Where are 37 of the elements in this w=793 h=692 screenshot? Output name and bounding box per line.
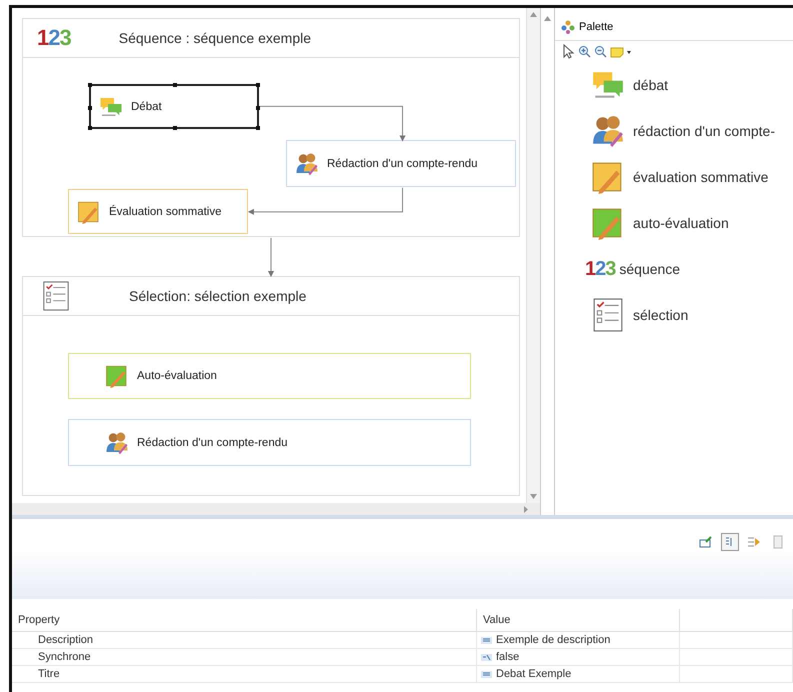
palette-item-label: séquence — [619, 261, 680, 277]
property-value[interactable]: Debat Exemple — [496, 668, 572, 680]
palette-item[interactable]: rédaction d'un compte- — [555, 108, 793, 154]
palette-item-label: rédaction d'un compte- — [633, 123, 775, 139]
diagram-node[interactable]: Rédaction d'un compte-rendu — [286, 140, 516, 187]
palette-item-label: sélection — [633, 307, 688, 323]
palette-item-label: évaluation sommative — [633, 169, 768, 185]
container-title: Séquence : séquence exemple — [118, 30, 311, 46]
property-name: Synchrone — [37, 651, 92, 663]
container-box[interactable]: 123 Séquence : séquence exemple Débat Rédaction d'un compte-rendu Évaluation sommative — [22, 18, 520, 237]
logo-digits: 123 — [585, 258, 616, 280]
palette-item[interactable]: débat — [555, 62, 793, 108]
node-label: Débat — [131, 100, 162, 112]
column-header[interactable]: Property — [12, 609, 476, 632]
container-box[interactable]: Sélection: sélection exemple Auto-évaluation Rédaction d'un compte-rendu — [22, 276, 520, 496]
diagram-node[interactable]: Évaluation sommative — [68, 189, 248, 234]
property-value[interactable]: Exemple de description — [496, 634, 610, 646]
container-title: Sélection: sélection exemple — [129, 288, 306, 304]
logo-digits: 123 — [37, 25, 71, 51]
diagram-node[interactable]: Rédaction d'un compte-rendu — [68, 419, 471, 466]
property-name: Description — [37, 634, 94, 646]
property-name: Titre — [37, 668, 61, 680]
node-label: Auto-évaluation — [137, 370, 217, 382]
palette-item[interactable]: sélection — [555, 292, 793, 338]
node-label: Évaluation sommative — [109, 206, 222, 218]
diagram-node[interactable]: Débat — [89, 84, 259, 129]
column-header[interactable]: Value — [476, 609, 680, 632]
palette-item[interactable]: auto-évaluation — [555, 200, 793, 246]
palette-item-label: débat — [633, 77, 668, 93]
diagram-node[interactable]: Auto-évaluation — [68, 353, 471, 399]
palette-title: Palette — [579, 21, 614, 33]
node-label: Rédaction d'un compte-rendu — [327, 158, 478, 170]
property-value[interactable]: false — [496, 651, 520, 663]
palette-item[interactable]: évaluation sommative — [555, 154, 793, 200]
node-label: Rédaction d'un compte-rendu — [137, 436, 288, 448]
palette-item[interactable]: 123 séquence — [555, 246, 793, 292]
palette-item-label: auto-évaluation — [633, 215, 729, 231]
